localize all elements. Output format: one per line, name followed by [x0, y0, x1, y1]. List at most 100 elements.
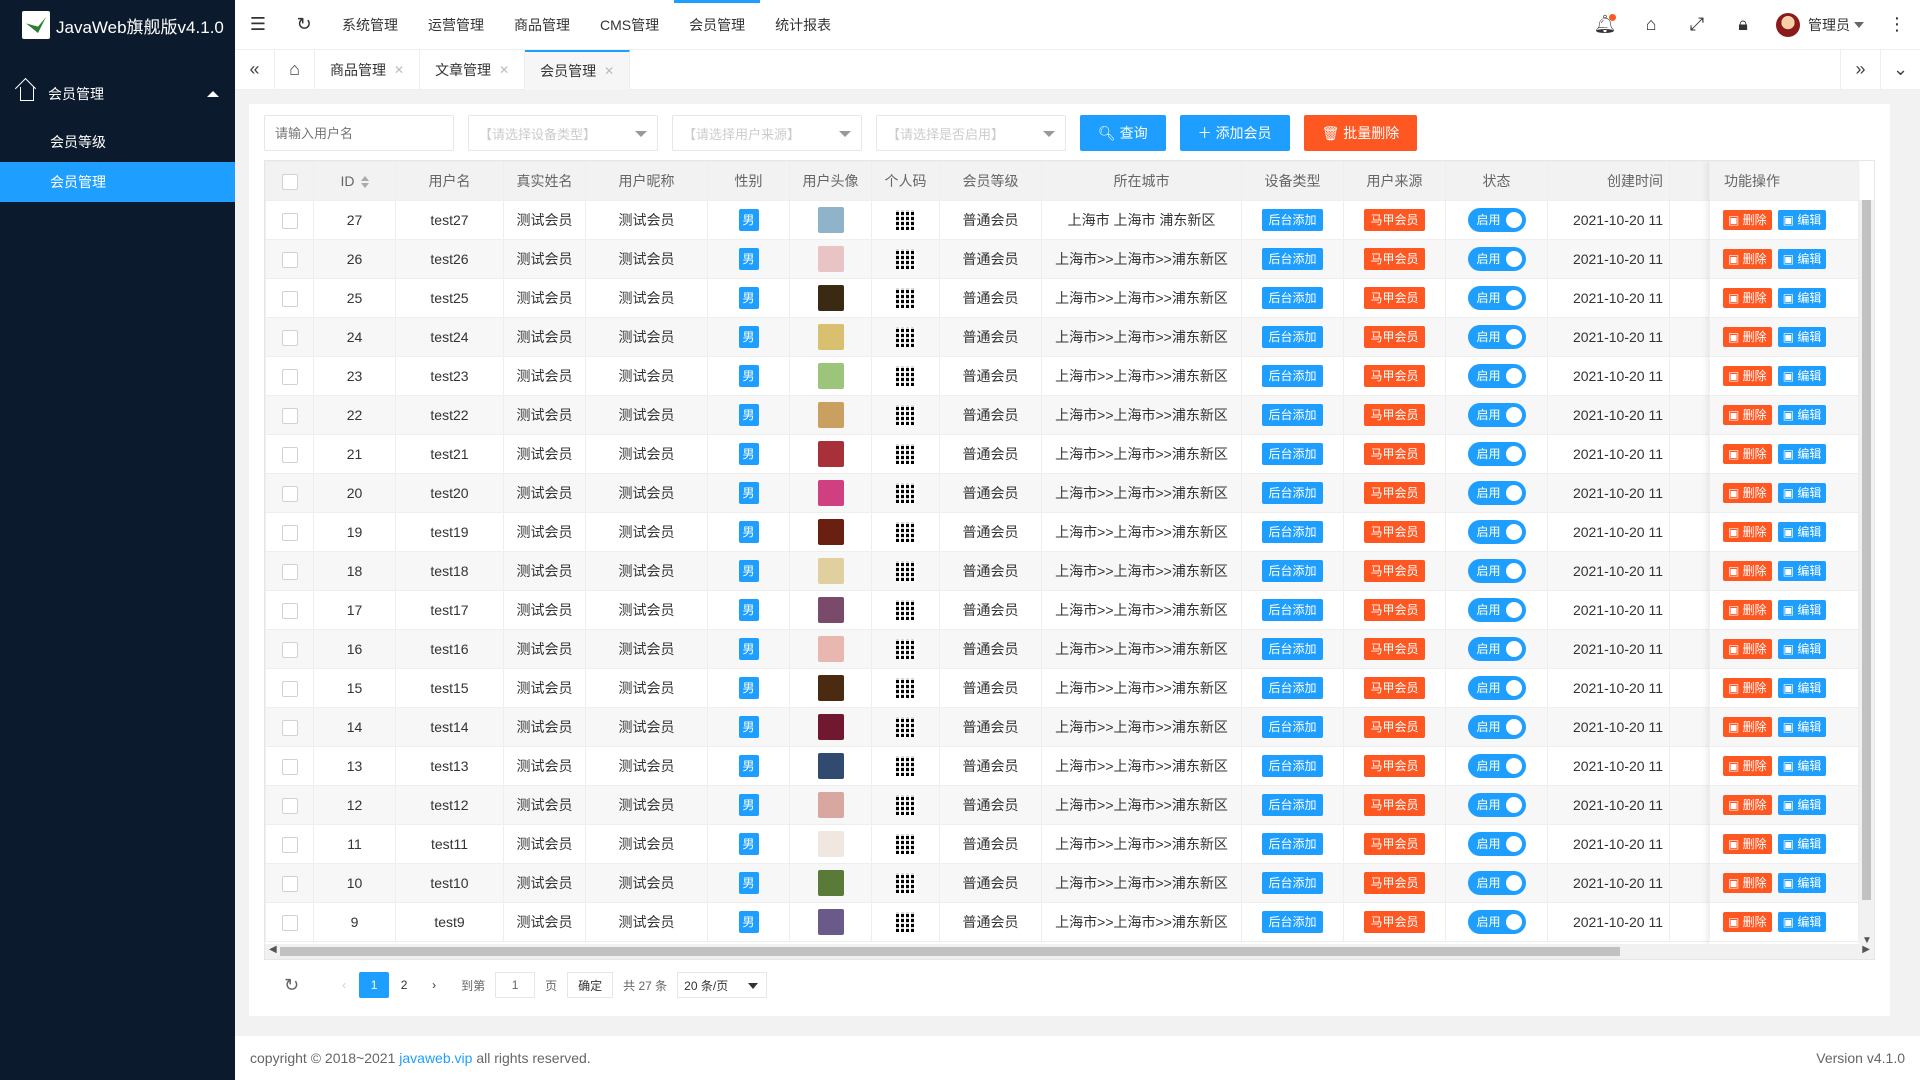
- next-page-icon[interactable]: ›: [419, 972, 449, 998]
- sidebar-menu-member[interactable]: 会员管理: [0, 66, 235, 122]
- checkbox[interactable]: [281, 914, 298, 931]
- avatar-thumbnail[interactable]: [817, 207, 844, 233]
- status-toggle[interactable]: 启用: [1467, 871, 1526, 895]
- edit-button[interactable]: ▣ 编辑: [1777, 834, 1827, 854]
- lock-icon[interactable]: 🔒︎: [1720, 0, 1766, 50]
- row-select[interactable]: [265, 239, 314, 279]
- avatar-thumbnail[interactable]: [817, 285, 844, 311]
- sort-icon[interactable]: [360, 176, 369, 189]
- qrcode-icon[interactable]: [895, 795, 916, 815]
- delete-button[interactable]: ▣ 删除: [1723, 756, 1772, 776]
- site-link[interactable]: javaweb.vip: [399, 1050, 472, 1066]
- page-1[interactable]: 1: [359, 972, 390, 998]
- delete-button[interactable]: ▣ 删除: [1723, 639, 1772, 659]
- sidebar-item-member-manage[interactable]: 会员管理: [0, 162, 235, 202]
- row-select[interactable]: [265, 824, 314, 864]
- avatar-thumbnail[interactable]: [817, 753, 844, 779]
- status-toggle[interactable]: 启用: [1467, 754, 1526, 778]
- goto-page-input[interactable]: 1: [495, 972, 536, 998]
- tab-scroll-right-icon[interactable]: »: [1840, 49, 1880, 90]
- qrcode-icon[interactable]: [895, 366, 916, 386]
- checkbox[interactable]: [281, 485, 298, 502]
- tab-goods[interactable]: 商品管理 ✕: [315, 49, 421, 90]
- goto-confirm-button[interactable]: 确定: [567, 972, 614, 998]
- delete-button[interactable]: ▣ 删除: [1723, 795, 1772, 815]
- checkbox[interactable]: [281, 446, 298, 463]
- edit-button[interactable]: ▣ 编辑: [1777, 873, 1827, 893]
- row-select[interactable]: [265, 512, 314, 552]
- delete-button[interactable]: ▣ 删除: [1723, 873, 1772, 893]
- edit-button[interactable]: ▣ 编辑: [1777, 600, 1827, 620]
- checkbox[interactable]: [281, 212, 298, 229]
- edit-button[interactable]: ▣ 编辑: [1777, 249, 1827, 269]
- tab-article[interactable]: 文章管理 ✕: [420, 49, 526, 90]
- query-button[interactable]: 🔍︎ 查询: [1080, 115, 1166, 151]
- qrcode-icon[interactable]: [895, 834, 916, 854]
- refresh-icon[interactable]: ↻: [284, 975, 299, 996]
- row-select[interactable]: [265, 746, 314, 786]
- status-toggle[interactable]: 启用: [1467, 637, 1526, 661]
- avatar-thumbnail[interactable]: [817, 675, 844, 701]
- home-tab-icon[interactable]: ⌂: [275, 49, 315, 90]
- edit-button[interactable]: ▣ 编辑: [1777, 795, 1827, 815]
- row-select[interactable]: [265, 785, 314, 825]
- delete-button[interactable]: ▣ 删除: [1723, 210, 1772, 230]
- delete-button[interactable]: ▣ 删除: [1723, 366, 1772, 386]
- status-toggle[interactable]: 启用: [1467, 442, 1526, 466]
- status-toggle[interactable]: 启用: [1467, 208, 1526, 232]
- qrcode-icon[interactable]: [895, 210, 916, 230]
- avatar-thumbnail[interactable]: [817, 909, 844, 935]
- checkbox[interactable]: [281, 719, 298, 736]
- tab-member[interactable]: 会员管理 ✕: [525, 49, 631, 90]
- close-icon[interactable]: ✕: [394, 63, 404, 77]
- delete-button[interactable]: ▣ 删除: [1723, 327, 1772, 347]
- avatar-thumbnail[interactable]: [817, 480, 844, 506]
- checkbox[interactable]: [281, 407, 298, 424]
- checkbox[interactable]: [281, 290, 298, 307]
- delete-button[interactable]: ▣ 删除: [1723, 249, 1772, 269]
- edit-button[interactable]: ▣ 编辑: [1777, 678, 1827, 698]
- bell-icon[interactable]: 🔔︎: [1582, 0, 1628, 50]
- status-toggle[interactable]: 启用: [1467, 403, 1526, 427]
- status-toggle[interactable]: 启用: [1467, 559, 1526, 583]
- qrcode-icon[interactable]: [895, 561, 916, 581]
- avatar-thumbnail[interactable]: [817, 792, 844, 818]
- nav-system[interactable]: 系统管理: [327, 0, 413, 50]
- avatar-thumbnail[interactable]: [817, 831, 844, 857]
- tab-dropdown-icon[interactable]: ⌄: [1880, 49, 1920, 90]
- checkbox[interactable]: [281, 329, 298, 346]
- avatar-thumbnail[interactable]: [817, 519, 844, 545]
- delete-button[interactable]: ▣ 删除: [1723, 834, 1772, 854]
- delete-button[interactable]: ▣ 删除: [1723, 405, 1772, 425]
- qrcode-icon[interactable]: [895, 288, 916, 308]
- avatar-thumbnail[interactable]: [817, 402, 844, 428]
- status-toggle[interactable]: 启用: [1467, 793, 1526, 817]
- edit-button[interactable]: ▣ 编辑: [1777, 405, 1827, 425]
- qrcode-icon[interactable]: [895, 405, 916, 425]
- menu-toggle-icon[interactable]: ☰: [235, 0, 281, 50]
- edit-button[interactable]: ▣ 编辑: [1777, 756, 1827, 776]
- close-icon[interactable]: ✕: [499, 63, 509, 77]
- close-icon[interactable]: ✕: [604, 64, 614, 78]
- edit-button[interactable]: ▣ 编辑: [1777, 639, 1827, 659]
- scroll-right-icon[interactable]: ▶: [1862, 944, 1870, 955]
- checkbox[interactable]: [281, 797, 298, 814]
- avatar-thumbnail[interactable]: [817, 246, 844, 272]
- scroll-thumb[interactable]: [1862, 200, 1871, 900]
- horizontal-scrollbar[interactable]: ◀ ▶: [265, 944, 1874, 959]
- header-select-all[interactable]: [265, 161, 314, 201]
- status-toggle[interactable]: 启用: [1467, 910, 1526, 934]
- status-toggle[interactable]: 启用: [1467, 832, 1526, 856]
- delete-button[interactable]: ▣ 删除: [1723, 912, 1772, 932]
- qrcode-icon[interactable]: [895, 678, 916, 698]
- qrcode-icon[interactable]: [895, 756, 916, 776]
- row-select[interactable]: [265, 473, 314, 513]
- row-select[interactable]: [265, 590, 314, 630]
- header-id[interactable]: ID: [313, 161, 396, 201]
- qrcode-icon[interactable]: [895, 639, 916, 659]
- checkbox[interactable]: [281, 563, 298, 580]
- scroll-thumb[interactable]: [280, 947, 1620, 956]
- qrcode-icon[interactable]: [895, 873, 916, 893]
- row-select[interactable]: [265, 200, 314, 240]
- vertical-scrollbar[interactable]: ▼: [1859, 200, 1874, 946]
